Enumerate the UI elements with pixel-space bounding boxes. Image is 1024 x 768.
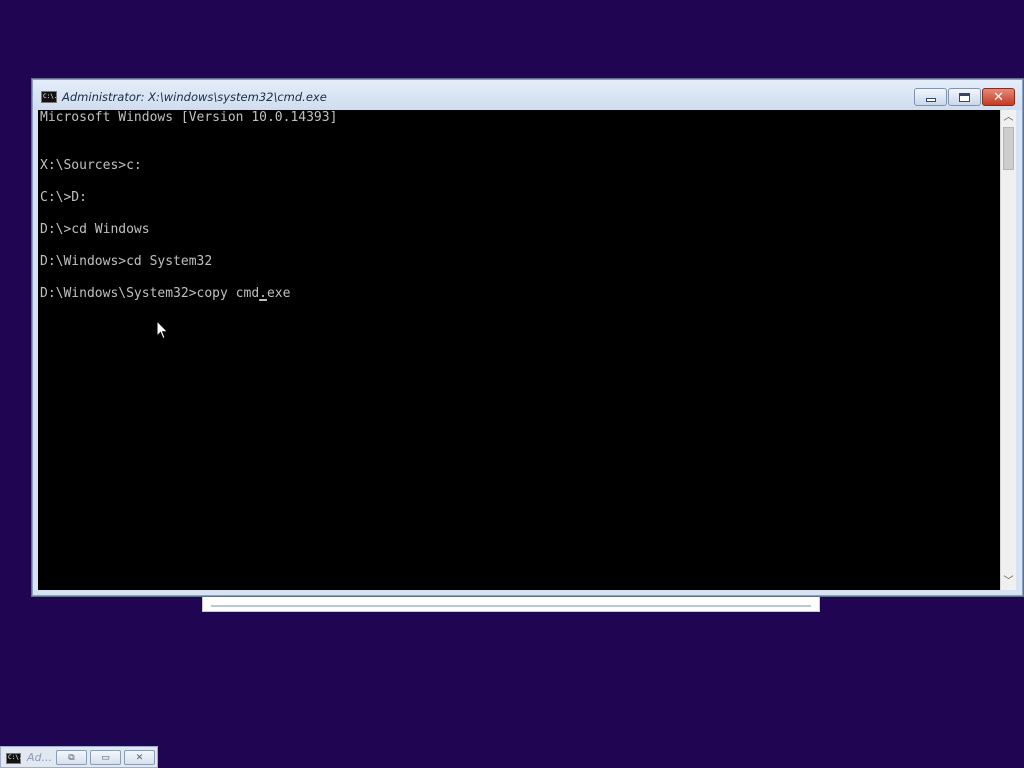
close-button[interactable]: ✕	[124, 750, 155, 765]
maximize-button[interactable]	[948, 88, 981, 106]
console-input-rest: exe	[266, 286, 291, 301]
window-title: Administrator: X:\windows\system32\cmd.e…	[62, 90, 327, 104]
minimized-window[interactable]: C:\. Ad... ⧉ ▭ ✕	[0, 746, 158, 768]
minimized-window-title: Ad...	[27, 751, 52, 764]
console-icon: C:\.	[6, 753, 22, 764]
text-cursor: .	[259, 286, 267, 301]
restore-button[interactable]: ⧉	[56, 750, 87, 765]
console-input-text: D:\Windows\System32>copy cmd	[40, 286, 260, 301]
cmd-window[interactable]: C:\. Administrator: X:\windows\system32\…	[32, 79, 1023, 596]
mouse-pointer-icon	[156, 320, 169, 340]
maximize-icon	[959, 92, 970, 102]
console-icon[interactable]: C:\.	[41, 91, 57, 103]
close-button[interactable]: ✕	[982, 88, 1015, 106]
maximize-icon: ▭	[101, 752, 110, 763]
console-output[interactable]: Microsoft Windows [Version 10.0.14393] X…	[38, 110, 1000, 590]
close-icon: ✕	[993, 89, 1004, 105]
scrollbar-thumb[interactable]	[1003, 127, 1014, 170]
console-line: D:\>cd Windows	[40, 222, 150, 237]
minimize-icon	[925, 98, 936, 102]
console-input-line[interactable]: D:\Windows\System32>copy cmd.exe	[40, 286, 998, 302]
background-window-frame	[202, 594, 820, 612]
background-window-edge	[211, 595, 811, 607]
console-line: X:\Sources>c:	[40, 158, 142, 173]
restore-icon: ⧉	[68, 752, 75, 763]
scroll-down-arrow-icon[interactable]: ﹀	[1001, 574, 1016, 590]
vertical-scrollbar[interactable]: ︿ ﹀	[1000, 110, 1016, 590]
console-line: D:\Windows>cd System32	[40, 254, 213, 269]
minimize-button[interactable]	[914, 88, 947, 106]
console-line: C:\>D:	[40, 190, 87, 205]
close-icon: ✕	[135, 752, 144, 763]
title-bar[interactable]: C:\. Administrator: X:\windows\system32\…	[33, 80, 1022, 110]
console-line: Microsoft Windows [Version 10.0.14393]	[40, 110, 338, 125]
maximize-button[interactable]: ▭	[90, 750, 121, 765]
scroll-up-arrow-icon[interactable]: ︿	[1001, 110, 1016, 126]
